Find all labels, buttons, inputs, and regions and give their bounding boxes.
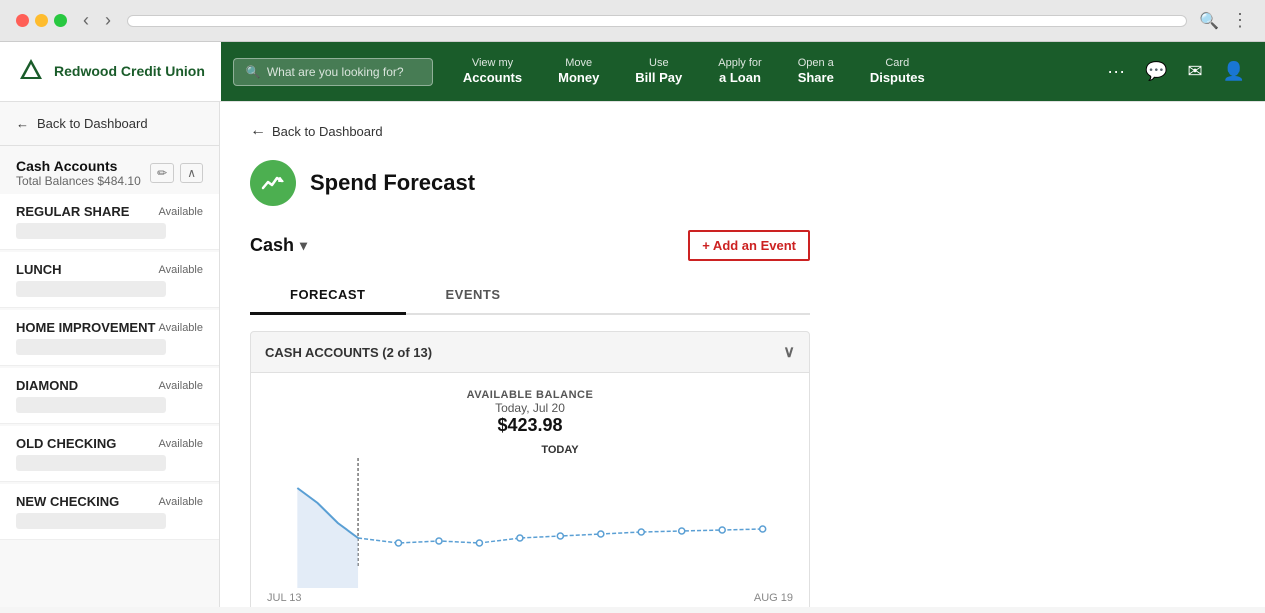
cash-dropdown[interactable]: Cash ▾ [250,235,307,256]
forecast-toolbar: Cash ▾ + Add an Event [250,230,810,261]
browser-nav: ‹ › [79,10,115,31]
nav-mail-button[interactable]: ✉ [1179,53,1210,90]
page-icon [250,160,296,206]
sidebar-section-subtitle: Total Balances $484.10 [16,174,141,188]
nav-icons: ··· 💬 ✉ 👤 [1099,53,1265,90]
logo-text: Redwood Credit Union [54,63,205,80]
nav-search-icon: 🔍 [246,65,261,79]
cash-accounts-bar[interactable]: CASH ACCOUNTS (2 of 13) ∨ [250,331,810,373]
add-event-button[interactable]: + Add an Event [688,230,810,261]
main-layout: ← Back to Dashboard Cash Accounts Total … [0,102,1265,607]
sidebar: ← Back to Dashboard Cash Accounts Total … [0,102,220,607]
nav-item-loan[interactable]: Apply for a Loan [700,42,779,101]
nav-item-billpay[interactable]: Use Bill Pay [617,42,700,101]
content-area: ← Back to Dashboard Spend Forecast [220,102,1265,607]
nav-items: View my Accounts Move Money Use Bill Pay… [445,42,1099,101]
cash-dropdown-label: Cash [250,235,294,256]
chart-start-date: JUL 13 [267,592,301,604]
nav-chat-button[interactable]: 💬 [1137,53,1175,90]
app-header: Redwood Credit Union 🔍 What are you look… [0,42,1265,102]
sidebar-item-old-checking[interactable]: OLD CHECKING Available [0,426,219,482]
minimize-button[interactable] [35,14,48,27]
sidebar-item-lunch[interactable]: LUNCH Available [0,252,219,308]
logo-area: Redwood Credit Union [0,47,221,97]
forecast-section: Cash ▾ + Add an Event FORECAST EVENTS CA… [250,230,810,607]
back-arrow-icon: ← [16,116,29,131]
sidebar-back-button[interactable]: ← Back to Dashboard [0,102,219,146]
browser-search-icon: 🔍 [1199,11,1219,31]
tab-forecast[interactable]: FORECAST [250,277,406,315]
nav-more-button[interactable]: ··· [1099,53,1133,90]
sidebar-item-diamond[interactable]: DIAMOND Available [0,368,219,424]
sidebar-section-info: Cash Accounts Total Balances $484.10 [16,158,141,188]
nav-bar: 🔍 What are you looking for? View my Acco… [221,42,1265,101]
sidebar-back-label: Back to Dashboard [37,116,148,131]
traffic-lights [16,14,67,27]
browser-back-button[interactable]: ‹ [79,10,93,31]
content-back-link[interactable]: ← Back to Dashboard [250,122,1235,140]
sidebar-section-title: Cash Accounts [16,158,141,174]
sidebar-item-new-checking[interactable]: NEW CHECKING Available [0,484,219,540]
chart-container [267,458,793,588]
sidebar-item-balance-bar [16,223,166,239]
cash-accounts-label: CASH ACCOUNTS (2 of 13) [265,345,432,360]
sidebar-item-balance-bar [16,281,166,297]
sidebar-item-balance-bar [16,513,166,529]
nav-item-accounts[interactable]: View my Accounts [445,42,540,101]
chart-end-date: AUG 19 [754,592,793,604]
tab-events[interactable]: EVENTS [406,277,541,315]
chart-header: AVAILABLE BALANCE Today, Jul 20 $423.98 [267,389,793,436]
chart-dates: JUL 13 AUG 19 [267,592,793,604]
close-button[interactable] [16,14,29,27]
browser-forward-button[interactable]: › [101,10,115,31]
tabs: FORECAST EVENTS [250,277,810,315]
nav-search[interactable]: 🔍 What are you looking for? [233,58,433,86]
nav-item-disputes[interactable]: Card Disputes [852,42,943,101]
sidebar-item-home-improvement[interactable]: HOME IMPROVEMENT Available [0,310,219,366]
browser-menu-icon: ⋮ [1231,10,1249,31]
sidebar-item-regular-share[interactable]: REGULAR SHARE Available [0,194,219,250]
content-back-label: Back to Dashboard [272,124,383,139]
back-arrow-icon: ← [250,122,266,140]
logo-icon [16,57,46,87]
nav-item-share[interactable]: Open a Share [780,42,852,101]
dropdown-arrow-icon: ▾ [300,237,307,254]
nav-item-money[interactable]: Move Money [540,42,617,101]
page-header: Spend Forecast [250,160,1235,206]
browser-address-bar[interactable] [127,15,1187,27]
nav-profile-button[interactable]: 👤 [1215,53,1253,90]
sidebar-collapse-button[interactable]: ∧ [180,163,203,183]
sidebar-item-balance-bar [16,397,166,413]
maximize-button[interactable] [54,14,67,27]
nav-search-placeholder: What are you looking for? [267,65,404,79]
chart-today-label: TODAY [267,444,793,456]
sidebar-section-actions: ✏ ∧ [150,163,203,183]
sidebar-item-balance-bar [16,339,166,355]
chart-area: AVAILABLE BALANCE Today, Jul 20 $423.98 … [250,373,810,607]
sidebar-section-header: Cash Accounts Total Balances $484.10 ✏ ∧ [0,146,219,192]
chevron-down-icon: ∨ [783,342,795,362]
page-title: Spend Forecast [310,170,475,196]
browser-chrome: ‹ › 🔍 ⋮ [0,0,1265,42]
sidebar-item-balance-bar [16,455,166,471]
sidebar-edit-button[interactable]: ✏ [150,163,174,183]
